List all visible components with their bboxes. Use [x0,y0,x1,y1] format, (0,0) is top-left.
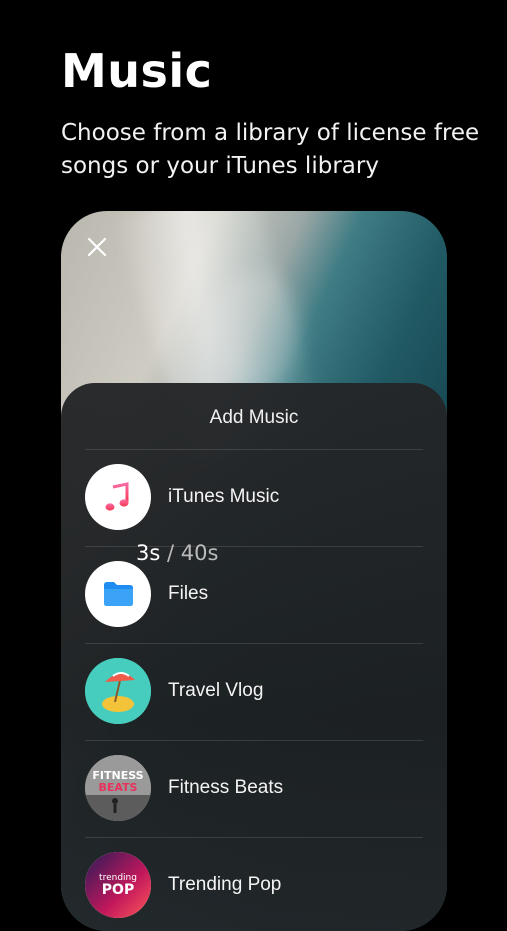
total-time: / 40s [167,541,219,565]
trending-pop-thumbnail: trending POP [85,852,151,918]
list-item-trending-pop[interactable]: trending POP Trending Pop [61,838,447,931]
list-item-label: iTunes Music [168,486,280,507]
list-item-label: Fitness Beats [168,777,284,798]
ocean-foam [211,271,301,391]
add-music-sheet: Add Music iTunes Music Files Travel Vlog… [61,383,447,931]
list-item-itunes-music[interactable]: iTunes Music [61,450,447,546]
phone-preview: Add Music iTunes Music Files Travel Vlog… [61,211,447,931]
music-note-icon [85,464,151,530]
folder-icon [85,561,151,627]
list-item-label: Files [168,583,209,604]
close-icon [87,237,107,257]
page-subtitle: Choose from a library of license free so… [61,120,480,179]
list-item-label: Travel Vlog [168,680,264,701]
sheet-title: Add Music [209,407,299,428]
list-item-travel-vlog[interactable]: Travel Vlog [61,644,447,740]
list-item-fitness-beats[interactable]: FITNESS BEATS Fitness Beats [61,741,447,837]
beach-umbrella-thumbnail [85,658,151,724]
close-button[interactable] [83,233,111,261]
svg-text:POP: POP [102,882,134,898]
list-item-label: Trending Pop [168,874,282,895]
elapsed-time: 3s [136,541,161,565]
fitness-beats-thumbnail: FITNESS BEATS [85,755,151,821]
svg-text:BEATS: BEATS [99,781,138,794]
page-title: Music [61,44,213,98]
duration-readout: 3s / 40s [136,541,218,565]
list-item-files[interactable]: Files [61,547,447,643]
